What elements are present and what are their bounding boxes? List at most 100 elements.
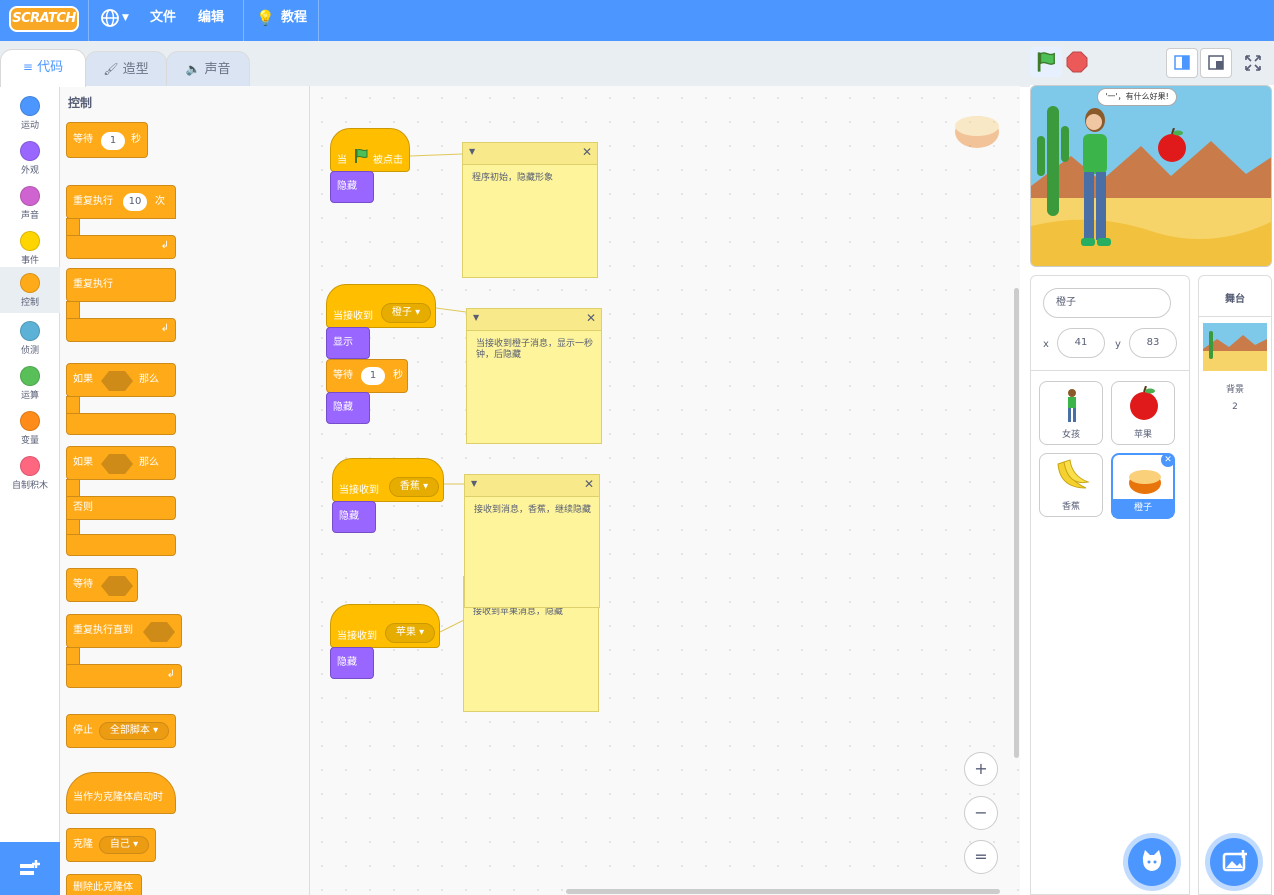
tutorials-button[interactable]: 💡 教程 — [256, 0, 316, 41]
repeat-block[interactable]: 重复执行 10 次 — [66, 185, 176, 219]
comment-text[interactable]: 接收到苹果消息，隐藏 — [473, 607, 592, 618]
wait-seconds-input[interactable]: 1 — [361, 367, 385, 385]
comment-text[interactable]: 程序初始，隐藏形象 — [472, 173, 591, 184]
collapse-icon[interactable]: ▼ — [469, 147, 475, 156]
choose-backdrop-button[interactable] — [1210, 838, 1258, 886]
message-dropdown[interactable]: 橙子 ▾ — [381, 303, 431, 323]
hide-block[interactable]: 隐藏 — [330, 647, 374, 679]
stop-option-dropdown[interactable]: 全部脚本 ▾ — [99, 722, 169, 740]
block-label: 当接收到 — [339, 485, 379, 496]
girl-thumb-icon — [1068, 389, 1076, 422]
condition-slot[interactable] — [101, 454, 133, 474]
c-block-arm — [66, 218, 80, 236]
when-flag-clicked-block[interactable]: 当 被点击 — [330, 128, 410, 172]
category-operators[interactable]: 运算 — [0, 360, 60, 405]
sprite-y-input[interactable]: 83 — [1129, 328, 1177, 358]
wait-seconds-input[interactable]: 1 — [101, 132, 125, 150]
scratch-logo[interactable]: SCRATCH — [9, 6, 79, 32]
collapse-icon[interactable]: ▼ — [471, 479, 477, 488]
sprite-tile-apple[interactable]: 苹果 — [1111, 381, 1175, 445]
category-events[interactable]: 事件 — [0, 225, 60, 270]
wait-until-block[interactable]: 等待 — [66, 568, 138, 602]
hide-block[interactable]: 隐藏 — [332, 501, 376, 533]
delete-sprite-icon[interactable]: ✕ — [1161, 453, 1175, 467]
comment-note[interactable]: ▼ ✕ 接收到消息，香蕉，继续隐藏 — [464, 474, 600, 608]
when-clone-starts-block[interactable]: 当作为克隆体启动时 — [66, 772, 176, 814]
sprite-name-input[interactable]: 橙子 — [1043, 288, 1171, 318]
repeat-until-block[interactable]: 重复执行直到 — [66, 614, 182, 648]
condition-slot[interactable] — [101, 371, 133, 391]
tab-sounds[interactable]: 🔈 声音 — [166, 51, 250, 87]
zoom-reset-button[interactable]: = — [964, 840, 998, 874]
stage-target-pane[interactable]: 舞台 背景 2 — [1198, 275, 1272, 895]
clone-target-dropdown[interactable]: 自己 ▾ — [99, 836, 149, 854]
repeat-count-input[interactable]: 10 — [123, 193, 147, 211]
fullscreen-button[interactable] — [1238, 48, 1268, 78]
condition-slot[interactable] — [143, 622, 175, 642]
when-receive-banana-block[interactable]: 当接收到 香蕉 ▾ — [332, 458, 444, 502]
create-clone-block[interactable]: 克隆 自己 ▾ — [66, 828, 156, 862]
small-stage-button[interactable] — [1166, 48, 1198, 78]
block-label: 等待 — [333, 370, 353, 381]
category-motion[interactable]: 运动 — [0, 90, 60, 135]
stage-canvas[interactable]: '一'，有什么好果! — [1030, 85, 1272, 267]
sprite-tile-orange[interactable]: ✕ 橙子 — [1111, 453, 1175, 519]
stop-block[interactable]: 停止 全部脚本 ▾ — [66, 714, 176, 748]
wait-block[interactable]: 等待 1 秒 — [326, 359, 408, 393]
backdrop-thumbnail — [1203, 323, 1267, 371]
green-flag-button[interactable] — [1030, 47, 1062, 77]
hide-block[interactable]: 隐藏 — [326, 392, 370, 424]
when-receive-orange-block[interactable]: 当接收到 橙子 ▾ — [326, 284, 436, 328]
file-menu[interactable]: 文件 — [150, 0, 176, 41]
message-dropdown[interactable]: 香蕉 ▾ — [389, 477, 439, 497]
close-icon[interactable]: ✕ — [582, 145, 592, 159]
block-label: 被点击 — [373, 155, 403, 166]
tab-code-label: 代码 — [37, 60, 64, 75]
stop-button[interactable] — [1066, 51, 1088, 73]
c-block-foot: ↲ — [66, 664, 182, 688]
category-my-blocks[interactable]: 自制积木 — [0, 450, 60, 495]
forever-block[interactable]: 重复执行 — [66, 268, 176, 302]
add-extension-icon — [20, 860, 40, 875]
when-receive-apple-block[interactable]: 当接收到 苹果 ▾ — [330, 604, 440, 648]
zoom-in-button[interactable]: + — [964, 752, 998, 786]
show-block[interactable]: 显示 — [326, 327, 370, 359]
wait-block[interactable]: 等待 1 秒 — [66, 122, 148, 158]
hide-block[interactable]: 隐藏 — [330, 171, 374, 203]
tab-code[interactable]: ≡ 代码 — [0, 49, 86, 87]
category-looks[interactable]: 外观 — [0, 135, 60, 180]
category-sensing[interactable]: 侦测 — [0, 315, 60, 360]
edit-menu[interactable]: 编辑 — [198, 0, 224, 41]
sprite-x-input[interactable]: 41 — [1057, 328, 1105, 358]
workspace-vertical-scrollbar[interactable] — [1014, 288, 1019, 758]
language-menu[interactable]: ▼ — [100, 0, 136, 41]
if-then-block[interactable]: 如果 那么 — [66, 363, 176, 397]
tab-costumes[interactable]: 🖌 造型 — [85, 51, 167, 87]
condition-slot[interactable] — [101, 576, 133, 596]
sprite-tile-girl[interactable]: 女孩 — [1039, 381, 1103, 445]
category-sound[interactable]: 声音 — [0, 180, 60, 225]
category-control[interactable]: 控制 — [0, 267, 60, 313]
category-variables[interactable]: 变量 — [0, 405, 60, 450]
speaker-icon: 🔈 — [185, 62, 201, 76]
comment-text[interactable]: 当接收到橙子消息，显示一秒钟，后隐藏 — [476, 339, 595, 361]
choose-sprite-button[interactable] — [1128, 838, 1176, 886]
collapse-icon[interactable]: ▼ — [473, 313, 479, 322]
comment-note[interactable]: ▼ ✕ 程序初始，隐藏形象 — [462, 142, 598, 278]
add-extension-button[interactable] — [0, 842, 60, 895]
comment-text[interactable]: 接收到消息，香蕉，继续隐藏 — [474, 505, 593, 516]
events-dot-icon — [20, 231, 40, 251]
large-stage-button[interactable] — [1200, 48, 1232, 78]
if-else-block[interactable]: 如果 那么 — [66, 446, 176, 480]
close-icon[interactable]: ✕ — [586, 311, 596, 325]
zoom-out-button[interactable]: − — [964, 796, 998, 830]
workspace-horizontal-scrollbar[interactable] — [566, 889, 1000, 894]
script-workspace[interactable]: 当 被点击 隐藏 当接收到 橙子 ▾ 显示 等待 1 秒 隐藏 当接收到 香蕉 … — [310, 86, 1020, 895]
sprite-tile-banana[interactable]: 香蕉 — [1039, 453, 1103, 517]
category-menu: 运动 外观 声音 事件 控制 侦测 运算 变量 自制积木 — [0, 86, 60, 895]
message-dropdown[interactable]: 苹果 ▾ — [385, 623, 435, 643]
comment-note[interactable]: ▼ ✕ 当接收到橙子消息，显示一秒钟，后隐藏 — [466, 308, 602, 444]
delete-clone-block[interactable]: 删除此克隆体 — [66, 874, 142, 895]
c-block-foot — [66, 413, 176, 435]
close-icon[interactable]: ✕ — [584, 477, 594, 491]
